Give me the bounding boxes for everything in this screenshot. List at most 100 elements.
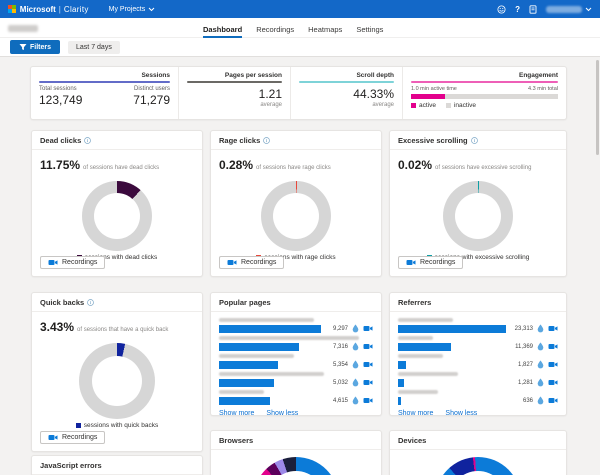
active-legend-label: active <box>419 102 436 109</box>
recordings-camera-icon[interactable] <box>548 343 558 350</box>
heatmap-drop-icon[interactable] <box>537 360 544 369</box>
heatmap-drop-icon[interactable] <box>352 396 359 405</box>
info-icon[interactable] <box>87 299 94 306</box>
bar-track <box>219 379 321 387</box>
stat-desc: of sessions have rage clicks <box>256 165 331 171</box>
recordings-camera-icon[interactable] <box>363 343 373 350</box>
logo-square-blue <box>8 9 12 13</box>
heatmap-drop-icon[interactable] <box>537 324 544 333</box>
heatmap-drop-icon[interactable] <box>352 360 359 369</box>
referrer-redacted <box>398 318 453 322</box>
card-title: Quick backs <box>40 298 84 307</box>
show-more-link[interactable]: Show more <box>398 410 433 417</box>
recordings-camera-icon[interactable] <box>548 379 558 386</box>
release-notes-icon[interactable] <box>529 5 537 14</box>
tab-recordings[interactable]: Recordings <box>256 25 294 38</box>
tab-dashboard[interactable]: Dashboard <box>203 25 242 38</box>
distinct-users-value: 71,279 <box>133 93 170 107</box>
total-time-label: 4.3 min total <box>528 86 558 92</box>
bar-track <box>219 397 321 405</box>
stat-desc: of sessions have excessive scrolling <box>435 165 531 171</box>
list-row: 5,032 <box>219 372 373 387</box>
my-projects-dropdown[interactable]: My Projects <box>109 6 156 13</box>
info-icon[interactable] <box>263 137 270 144</box>
sessions-count: 11,369 <box>510 344 533 350</box>
recordings-button[interactable]: Recordings <box>219 256 284 269</box>
chevron-down-icon <box>148 7 155 12</box>
browsers-donut <box>253 457 339 475</box>
heatmap-drop-icon[interactable] <box>537 342 544 351</box>
recordings-button[interactable]: Recordings <box>40 256 105 269</box>
tab-settings[interactable]: Settings <box>356 25 383 38</box>
sessions-count: 636 <box>510 398 533 404</box>
scrollbar-thumb[interactable] <box>596 60 599 155</box>
heatmap-drop-icon[interactable] <box>537 396 544 405</box>
nav-row: Dashboard Recordings Heatmaps Settings <box>0 18 600 38</box>
metric-pages-per-session: Pages per session 1.21 average <box>179 67 291 119</box>
show-less-link[interactable]: Show less <box>445 410 477 417</box>
heatmap-drop-icon[interactable] <box>352 342 359 351</box>
engagement-bar-fill <box>411 94 445 99</box>
card-title: JavaScript errors <box>40 461 102 470</box>
help-icon[interactable]: ? <box>515 5 520 14</box>
bar-track <box>398 325 506 333</box>
brand-name: Microsoft <box>20 5 56 14</box>
card-title: Browsers <box>219 436 253 445</box>
sessions-count: 1,281 <box>510 380 533 386</box>
tab-heatmaps[interactable]: Heatmaps <box>308 25 342 38</box>
user-menu[interactable] <box>546 6 592 13</box>
list-row: 11,369 <box>398 336 558 351</box>
recordings-button[interactable]: Recordings <box>398 256 463 269</box>
browsers-card: Browsers <box>210 430 382 475</box>
card-title: Rage clicks <box>219 136 260 145</box>
referrers-card: Referrers 23,313 1 <box>389 292 567 416</box>
bar-track <box>219 325 321 333</box>
recordings-camera-icon[interactable] <box>548 361 558 368</box>
recordings-camera-icon[interactable] <box>548 397 558 404</box>
show-less-link[interactable]: Show less <box>266 410 298 417</box>
video-camera-icon <box>406 259 416 266</box>
sessions-bar <box>398 361 406 369</box>
recordings-camera-icon[interactable] <box>363 361 373 368</box>
stat-desc: of sessions have dead clicks <box>83 165 159 171</box>
date-range-button[interactable]: Last 7 days <box>68 41 120 54</box>
heatmap-drop-icon[interactable] <box>352 378 359 387</box>
pages-per-session-value: 1.21 <box>187 87 282 101</box>
sessions-count: 7,316 <box>325 344 348 350</box>
metric-title: Scroll depth <box>299 72 394 79</box>
tab-bar: Dashboard Recordings Heatmaps Settings <box>203 18 383 38</box>
info-icon[interactable] <box>84 137 91 144</box>
inactive-legend-label: inactive <box>454 102 476 109</box>
sessions-count: 4,615 <box>325 398 348 404</box>
excessive-scrolling-donut <box>443 181 513 251</box>
heatmap-drop-icon[interactable] <box>352 324 359 333</box>
excessive-scrolling-card: Excessive scrolling 0.02%of sessions hav… <box>389 130 567 277</box>
page-url-redacted <box>219 318 314 322</box>
recordings-label: Recordings <box>62 434 97 441</box>
info-icon[interactable] <box>471 137 478 144</box>
feedback-smiley-icon[interactable] <box>497 5 506 14</box>
recordings-button[interactable]: Recordings <box>40 431 105 444</box>
devices-card: Devices <box>389 430 567 475</box>
recordings-camera-icon[interactable] <box>363 397 373 404</box>
popular-pages-card: Popular pages 9,297 <box>210 292 382 416</box>
sessions-count: 23,313 <box>510 326 533 332</box>
popular-pages-list: 9,297 7,316 <box>211 312 381 405</box>
scroll-depth-sub: average <box>299 102 394 108</box>
recordings-camera-icon[interactable] <box>363 325 373 332</box>
sessions-count: 5,354 <box>325 362 348 368</box>
bar-track <box>219 343 321 351</box>
sessions-bar <box>219 397 270 405</box>
recordings-camera-icon[interactable] <box>548 325 558 332</box>
scroll-depth-value: 44.33% <box>299 87 394 101</box>
metrics-summary-card: Sessions Total sessions 123,749 Distinct… <box>30 66 567 120</box>
page-url-redacted <box>219 390 264 394</box>
legend-label: sessions with quick backs <box>84 422 158 429</box>
page-url-redacted <box>219 372 324 376</box>
rage-clicks-donut <box>261 181 331 251</box>
show-more-link[interactable]: Show more <box>219 410 254 417</box>
heatmap-drop-icon[interactable] <box>537 378 544 387</box>
recordings-camera-icon[interactable] <box>363 379 373 386</box>
filters-button[interactable]: Filters <box>10 40 60 54</box>
product-name: Clarity <box>64 5 89 14</box>
